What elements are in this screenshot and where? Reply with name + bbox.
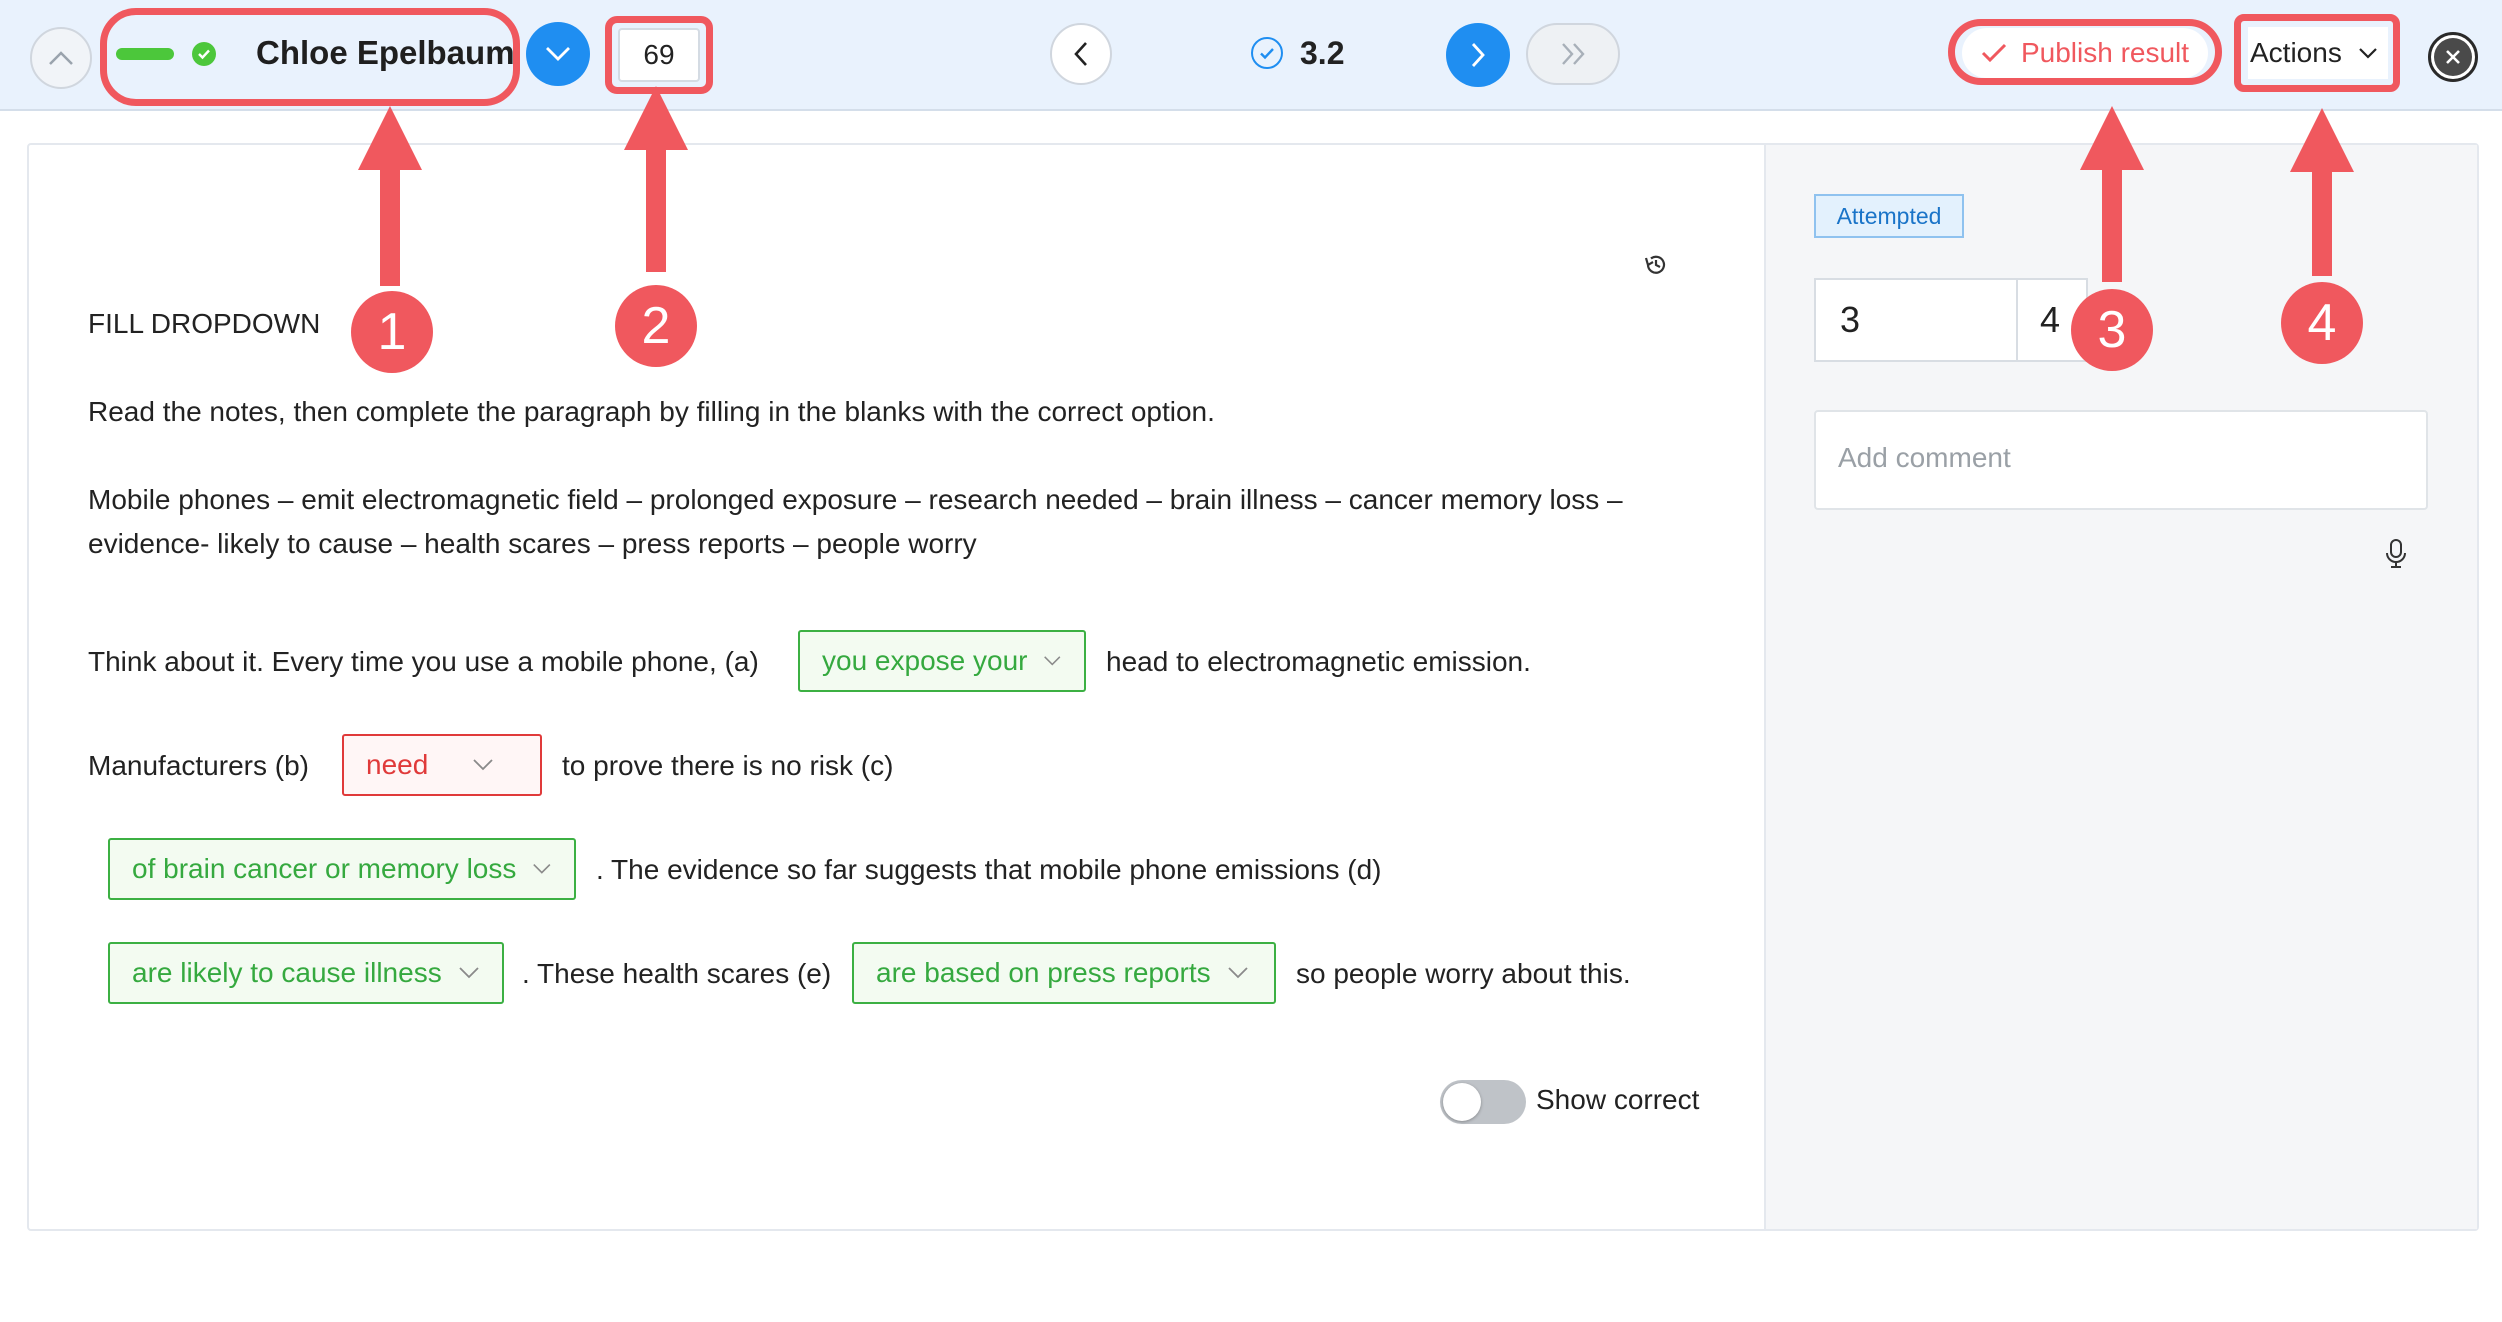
- dropdown-e[interactable]: are based on press reports: [852, 942, 1276, 1004]
- question-status-icon: [1251, 37, 1283, 69]
- actions-label: Actions: [2250, 37, 2342, 68]
- check-status-icon: [192, 42, 216, 66]
- show-correct-toggle[interactable]: [1440, 1080, 1526, 1124]
- chevron-right-icon: [1471, 43, 1485, 67]
- chevron-down-icon: [533, 863, 551, 874]
- sentence-a-suffix: head to electromagnetic emission.: [1106, 646, 1531, 677]
- dropdown-d-value: are likely to cause illness: [132, 957, 442, 988]
- question-instruction: Read the notes, then complete the paragr…: [88, 396, 1215, 427]
- sentence-b-suffix: to prove there is no risk (c): [562, 750, 894, 781]
- double-chevron-right-icon: [1562, 43, 1585, 65]
- dropdown-c[interactable]: of brain cancer or memory loss: [108, 838, 576, 900]
- dropdown-c-value: of brain cancer or memory loss: [132, 853, 517, 884]
- next-question-button[interactable]: [1446, 23, 1510, 87]
- question-score-value: 3: [1840, 299, 1861, 340]
- last-question-button[interactable]: [1526, 23, 1620, 85]
- dropdown-a-value: you expose your: [822, 645, 1028, 676]
- dropdown-b[interactable]: need: [342, 734, 542, 796]
- sentence-a-prefix: Think about it. Every time you use a mob…: [88, 646, 759, 677]
- show-correct-label: Show correct: [1536, 1084, 1700, 1115]
- chevron-down-icon: [459, 967, 479, 979]
- status-badge: Attempted: [1814, 194, 1964, 238]
- chevron-left-icon: [1074, 42, 1087, 66]
- close-icon: [2434, 38, 2472, 76]
- dropdown-d[interactable]: are likely to cause illness: [108, 942, 504, 1004]
- callout-arrow-3: [2080, 106, 2144, 282]
- sentence-b-prefix: Manufacturers (b): [88, 750, 309, 781]
- progress-bar-indicator: [116, 48, 174, 60]
- sentence-e-suffix: so people worry about this.: [1296, 958, 1631, 989]
- close-button[interactable]: [2428, 32, 2478, 82]
- callout-badge-3: 3: [2071, 289, 2153, 371]
- dropdown-a[interactable]: you expose your: [798, 630, 1086, 692]
- microphone-icon[interactable]: [2384, 538, 2408, 570]
- history-icon[interactable]: [1643, 252, 1669, 278]
- dropdown-e-value: are based on press reports: [876, 957, 1211, 988]
- comment-input[interactable]: Add comment: [1814, 410, 2428, 510]
- chevron-down-icon: [1044, 656, 1061, 666]
- chevron-down-icon: [1228, 967, 1248, 979]
- callout-badge-4: 4: [2281, 282, 2363, 364]
- check-icon: [1981, 43, 2007, 63]
- question-score-input[interactable]: 3: [1814, 278, 2018, 362]
- chevron-down-icon: [473, 759, 493, 771]
- comment-placeholder: Add comment: [1838, 442, 2011, 473]
- top-bar: Chloe Epelbaum 69 3.2 Publish result Act…: [0, 0, 2502, 111]
- dropdown-b-value: need: [366, 749, 429, 780]
- question-max-score-value: 4: [2040, 299, 2061, 340]
- publish-result-label: Publish result: [2020, 37, 2190, 68]
- notes-line-2: evidence- likely to cause – health scare…: [88, 528, 977, 559]
- total-score-value: 69: [643, 39, 675, 70]
- notes-line-1: Mobile phones – emit electromagnetic fie…: [88, 484, 1623, 515]
- student-select-button[interactable]: [526, 22, 590, 86]
- previous-student-button[interactable]: [30, 27, 92, 89]
- actions-dropdown-button[interactable]: Actions: [2248, 27, 2388, 79]
- student-name[interactable]: Chloe Epelbaum: [256, 34, 515, 72]
- publish-result-button[interactable]: Publish result: [1962, 28, 2208, 78]
- chevron-down-icon: [546, 47, 570, 61]
- callout-arrow-4: [2290, 108, 2354, 276]
- callout-arrow-1: [358, 106, 422, 286]
- chevron-down-icon: [2359, 48, 2377, 59]
- callout-badge-2: 2: [615, 285, 697, 367]
- sentence-d-suffix: . These health scares (e): [522, 958, 832, 989]
- callout-arrow-2: [624, 86, 688, 272]
- callout-badge-1: 1: [351, 291, 433, 373]
- toggle-knob: [1443, 1083, 1481, 1121]
- sentence-c-suffix: . The evidence so far suggests that mobi…: [596, 854, 1382, 885]
- question-type-label: FILL DROPDOWN: [88, 308, 321, 339]
- question-number: 3.2: [1300, 35, 1345, 71]
- total-score-input[interactable]: 69: [618, 28, 700, 82]
- status-badge-label: Attempted: [1836, 202, 1942, 229]
- previous-question-button[interactable]: [1050, 23, 1112, 85]
- chevron-up-icon: [49, 51, 73, 65]
